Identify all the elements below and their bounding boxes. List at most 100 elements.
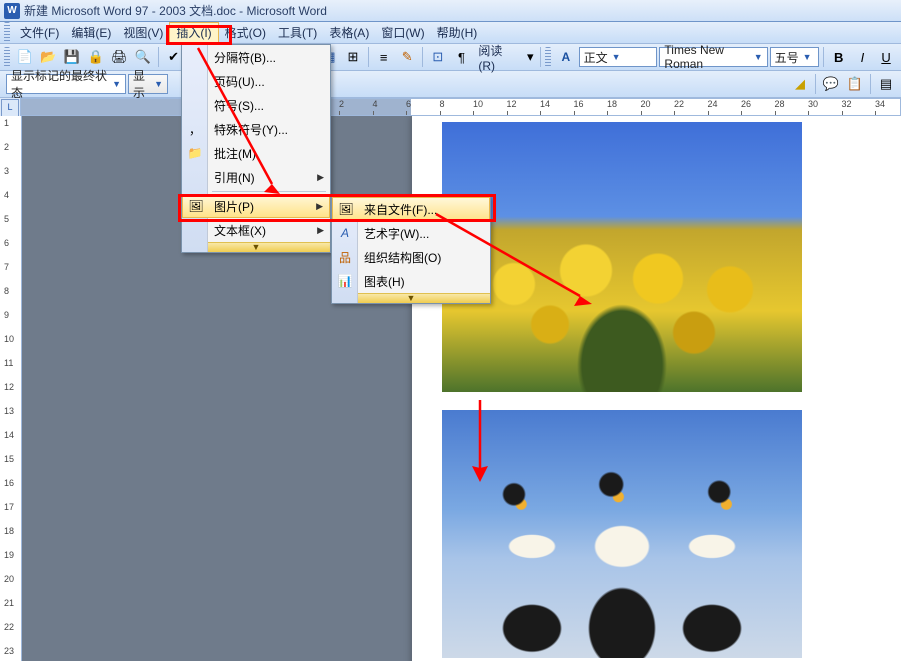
- columns-button[interactable]: ≡: [373, 46, 395, 68]
- titlebar: W 新建 Microsoft Word 97 - 2003 文档.doc - M…: [0, 0, 901, 22]
- read-label[interactable]: 阅读(R): [474, 42, 522, 73]
- picture-orgchart[interactable]: 品 组织结构图(O): [332, 245, 490, 269]
- menubar: 文件(F) 编辑(E) 视图(V) 插入(I) 格式(O) 工具(T) 表格(A…: [0, 22, 901, 44]
- markup-state-select[interactable]: 显示标记的最终状态▼: [6, 74, 126, 94]
- menu-format[interactable]: 格式(O): [219, 22, 272, 43]
- vruler-tick: 13: [4, 406, 14, 416]
- font-size-select[interactable]: 五号▼: [770, 47, 819, 67]
- highlight-button[interactable]: ◢: [789, 73, 811, 95]
- map-button[interactable]: ⊡: [427, 46, 449, 68]
- picture-from-file[interactable]: 🖼 来自文件(F)...: [332, 197, 490, 221]
- picture-chart[interactable]: 📊 图表(H): [332, 269, 490, 293]
- chevron-down-icon: ▼: [754, 52, 763, 62]
- print-button[interactable]: 🖨: [108, 46, 130, 68]
- separator: [158, 47, 159, 67]
- vruler-tick: 6: [4, 238, 9, 248]
- insert-dropdown: 分隔符(B)... 页码(U)... 符号(S)... ， 特殊符号(Y)...…: [181, 44, 331, 253]
- bold-button[interactable]: B: [828, 46, 850, 68]
- menu-view[interactable]: 视图(V): [117, 22, 169, 43]
- drawing-button[interactable]: ✎: [396, 46, 418, 68]
- orgchart-icon: 品: [336, 248, 354, 266]
- menu-file[interactable]: 文件(F): [14, 22, 65, 43]
- menu-help[interactable]: 帮助(H): [431, 22, 484, 43]
- separator: [422, 47, 423, 67]
- vruler-tick: 21: [4, 598, 14, 608]
- hruler-tick: 18: [607, 99, 617, 109]
- ruler-corner[interactable]: L: [1, 99, 19, 117]
- app-icon: W: [4, 3, 20, 19]
- toolbar-handle[interactable]: [4, 47, 10, 67]
- menu-window[interactable]: 窗口(W): [375, 22, 430, 43]
- vruler-tick: 17: [4, 502, 14, 512]
- insert-break[interactable]: 分隔符(B)...: [182, 45, 330, 69]
- submenu-arrow-icon: ▶: [316, 201, 323, 212]
- insert-picture[interactable]: 🖼 图片(P)▶: [182, 194, 330, 218]
- hruler-tick: 16: [574, 99, 584, 109]
- horizontal-ruler[interactable]: 246810121416182022242628303234: [20, 98, 901, 116]
- insert-table-button[interactable]: ⊞: [342, 46, 364, 68]
- insert-symbol[interactable]: 符号(S)...: [182, 93, 330, 117]
- track-button[interactable]: 📋: [844, 73, 866, 95]
- hruler-tick: 10: [473, 99, 483, 109]
- menu-tools[interactable]: 工具(T): [272, 22, 323, 43]
- new-button[interactable]: 📄: [14, 46, 36, 68]
- ruler-row: L 246810121416182022242628303234: [0, 98, 901, 116]
- separator: [368, 47, 369, 67]
- format-handle[interactable]: [545, 47, 551, 67]
- chevron-down-icon: ▼: [612, 52, 621, 62]
- insert-textbox[interactable]: 文本框(X)▶: [182, 218, 330, 242]
- menu-edit[interactable]: 编辑(E): [65, 22, 117, 43]
- underline-button[interactable]: U: [875, 46, 897, 68]
- image-penguins[interactable]: [442, 410, 802, 658]
- vruler-tick: 12: [4, 382, 14, 392]
- hruler-tick: 34: [875, 99, 885, 109]
- vruler-tick: 16: [4, 478, 14, 488]
- picture-wordart[interactable]: A 艺术字(W)...: [332, 221, 490, 245]
- chevron-down-icon: ▼: [803, 52, 812, 62]
- hruler-tick: 22: [674, 99, 684, 109]
- chart-icon: 📊: [336, 272, 354, 290]
- hruler-tick: 12: [507, 99, 517, 109]
- save-button[interactable]: 💾: [61, 46, 83, 68]
- menu-table[interactable]: 表格(A): [323, 22, 375, 43]
- chevron-down-icon: ▼: [112, 79, 121, 89]
- insert-special[interactable]: ， 特殊符号(Y)...: [182, 117, 330, 141]
- para-marks-button[interactable]: ¶: [451, 46, 473, 68]
- open-button[interactable]: 📂: [38, 46, 60, 68]
- menubar-handle[interactable]: [4, 22, 10, 43]
- read-dd[interactable]: ▾: [524, 46, 536, 68]
- insert-page-number[interactable]: 页码(U)...: [182, 69, 330, 93]
- window-title: 新建 Microsoft Word 97 - 2003 文档.doc - Mic…: [24, 2, 327, 19]
- image-tulips[interactable]: [442, 122, 802, 392]
- separator: [815, 74, 816, 94]
- style-picker[interactable]: A: [555, 46, 577, 68]
- show-select[interactable]: 显示▼: [128, 74, 168, 94]
- chevron-down-icon: ▼: [154, 79, 163, 89]
- vruler-tick: 23: [4, 646, 14, 656]
- vruler-tick: 15: [4, 454, 14, 464]
- insert-comment[interactable]: 📁 批注(M): [182, 141, 330, 165]
- hruler-tick: 32: [842, 99, 852, 109]
- vruler-tick: 2: [4, 142, 9, 152]
- vruler-tick: 10: [4, 334, 14, 344]
- vruler-tick: 18: [4, 526, 14, 536]
- vertical-ruler[interactable]: 1234567891011121314151617181920212223: [0, 116, 22, 661]
- misc-button[interactable]: ▤: [875, 73, 897, 95]
- insert-reference[interactable]: 引用(N)▶: [182, 165, 330, 189]
- font-select[interactable]: Times New Roman▼: [659, 47, 767, 67]
- submenu-arrow-icon: ▶: [317, 172, 324, 183]
- style-select[interactable]: 正文▼: [579, 47, 658, 67]
- italic-button[interactable]: I: [852, 46, 874, 68]
- vruler-tick: 3: [4, 166, 9, 176]
- comment-balloon-button[interactable]: 💬: [820, 73, 842, 95]
- picture-icon: 🖼: [187, 197, 205, 215]
- vruler-tick: 22: [4, 622, 14, 632]
- submenu-arrow-icon: ▶: [317, 225, 324, 236]
- menu-insert[interactable]: 插入(I): [169, 22, 218, 43]
- vruler-tick: 8: [4, 286, 9, 296]
- hruler-tick: 24: [708, 99, 718, 109]
- permissions-button[interactable]: 🔒: [85, 46, 107, 68]
- picture-file-icon: 🖼: [337, 200, 355, 218]
- vruler-tick: 7: [4, 262, 9, 272]
- print-preview-button[interactable]: 🔍: [132, 46, 154, 68]
